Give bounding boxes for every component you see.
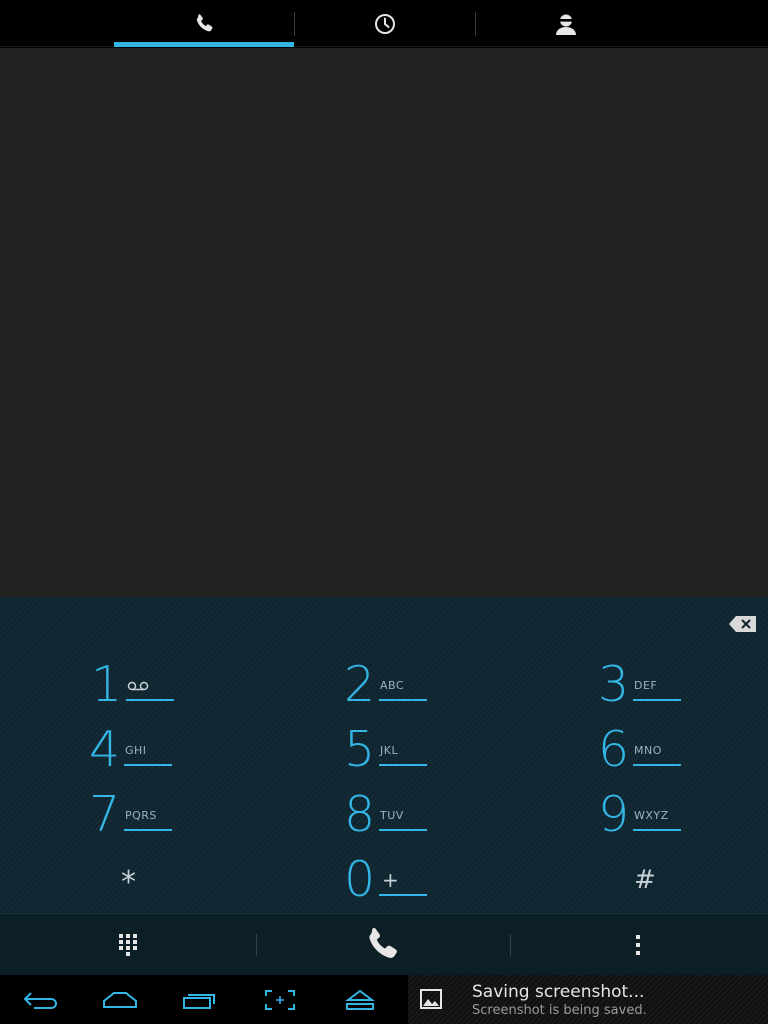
dialpad-toggle-button[interactable] — [78, 914, 178, 976]
dial-key-7[interactable]: 7 PQRS — [89, 785, 199, 845]
tab-call-log[interactable] — [295, 0, 475, 47]
dial-key-star[interactable]: * — [121, 865, 136, 900]
call-button[interactable] — [332, 914, 432, 976]
screenshot-notification[interactable]: Saving screenshot... Screenshot is being… — [408, 975, 768, 1024]
key-underline — [633, 829, 681, 831]
dialed-number-display[interactable] — [0, 48, 768, 597]
dial-key-digit: 4 — [89, 721, 121, 778]
key-underline — [124, 829, 172, 831]
dial-key-digit: 7 — [89, 786, 121, 843]
eject-icon — [345, 989, 375, 1010]
key-underline — [633, 699, 681, 701]
dial-key-8[interactable]: 8 TUV — [344, 785, 454, 845]
dialer-action-bar — [0, 913, 768, 975]
dial-key-letters: ABC — [380, 679, 405, 692]
dial-key-3[interactable]: 3 DEF — [598, 655, 708, 715]
eject-button[interactable] — [330, 975, 390, 1024]
tab-selected-indicator — [114, 42, 294, 47]
key-underline — [379, 764, 427, 766]
dial-key-letters: PQRS — [125, 809, 157, 822]
dial-key-letters: TUV — [380, 809, 404, 822]
dial-key-letters: JKL — [380, 744, 399, 757]
dialpad-icon — [119, 934, 137, 956]
screenshot-icon — [265, 989, 295, 1010]
dial-key-digit: 9 — [598, 786, 630, 843]
key-underline — [633, 764, 681, 766]
dial-key-letters: MNO — [634, 744, 662, 757]
key-underline — [379, 829, 427, 831]
home-icon — [103, 991, 137, 1008]
dial-key-5[interactable]: 5 JKL — [344, 720, 454, 780]
call-icon — [369, 927, 397, 958]
dial-key-letters: GHI — [125, 744, 147, 757]
tab-phone[interactable] — [114, 0, 294, 47]
clock-icon — [375, 13, 395, 34]
dial-key-2[interactable]: 2 ABC — [344, 655, 454, 715]
dialpad: 1 2 ABC 3 DEF 4 GHI 5 JKL 6 MNO 7 PQRS 8… — [0, 597, 768, 913]
dial-key-digit: 5 — [344, 721, 376, 778]
key-underline — [379, 894, 427, 896]
dial-key-digit: 2 — [344, 656, 376, 713]
action-divider — [510, 934, 511, 956]
dial-key-letters: + — [382, 868, 399, 892]
dial-key-letters: WXYZ — [634, 809, 669, 822]
backspace-icon[interactable] — [728, 615, 758, 633]
back-button[interactable] — [10, 975, 70, 1024]
image-icon — [420, 989, 442, 1009]
action-divider — [256, 934, 257, 956]
overflow-menu-icon — [636, 935, 640, 955]
notification-text: Screenshot is being saved. — [472, 1003, 647, 1018]
dial-key-digit: 3 — [598, 656, 630, 713]
dial-key-0[interactable]: 0 + — [344, 850, 454, 910]
dial-key-pound[interactable]: # — [634, 865, 656, 895]
dial-key-1[interactable]: 1 — [91, 655, 201, 715]
dial-key-4[interactable]: 4 GHI — [89, 720, 199, 780]
dial-key-9[interactable]: 9 WXYZ — [598, 785, 708, 845]
voicemail-icon — [127, 681, 149, 691]
key-underline — [126, 699, 174, 701]
dial-key-digit: 0 — [344, 851, 376, 908]
person-icon — [556, 14, 576, 35]
tab-bar — [0, 0, 768, 47]
recent-apps-button[interactable] — [170, 975, 230, 1024]
dial-key-letters: DEF — [634, 679, 658, 692]
home-button[interactable] — [90, 975, 150, 1024]
key-underline — [379, 699, 427, 701]
key-underline — [124, 764, 172, 766]
notification-title: Saving screenshot... — [472, 982, 645, 1002]
screenshot-button[interactable] — [250, 975, 310, 1024]
dial-key-6[interactable]: 6 MNO — [598, 720, 708, 780]
dial-key-digit: 8 — [344, 786, 376, 843]
tab-contacts[interactable] — [476, 0, 656, 47]
phone-icon — [196, 13, 213, 31]
dial-key-digit: 1 — [91, 656, 123, 713]
overflow-menu-button[interactable] — [588, 914, 688, 976]
dialer-app: 1 2 ABC 3 DEF 4 GHI 5 JKL 6 MNO 7 PQRS 8… — [0, 0, 768, 1024]
back-icon — [23, 991, 58, 1009]
dial-key-digit: 6 — [598, 721, 630, 778]
recent-apps-icon — [183, 993, 215, 1009]
